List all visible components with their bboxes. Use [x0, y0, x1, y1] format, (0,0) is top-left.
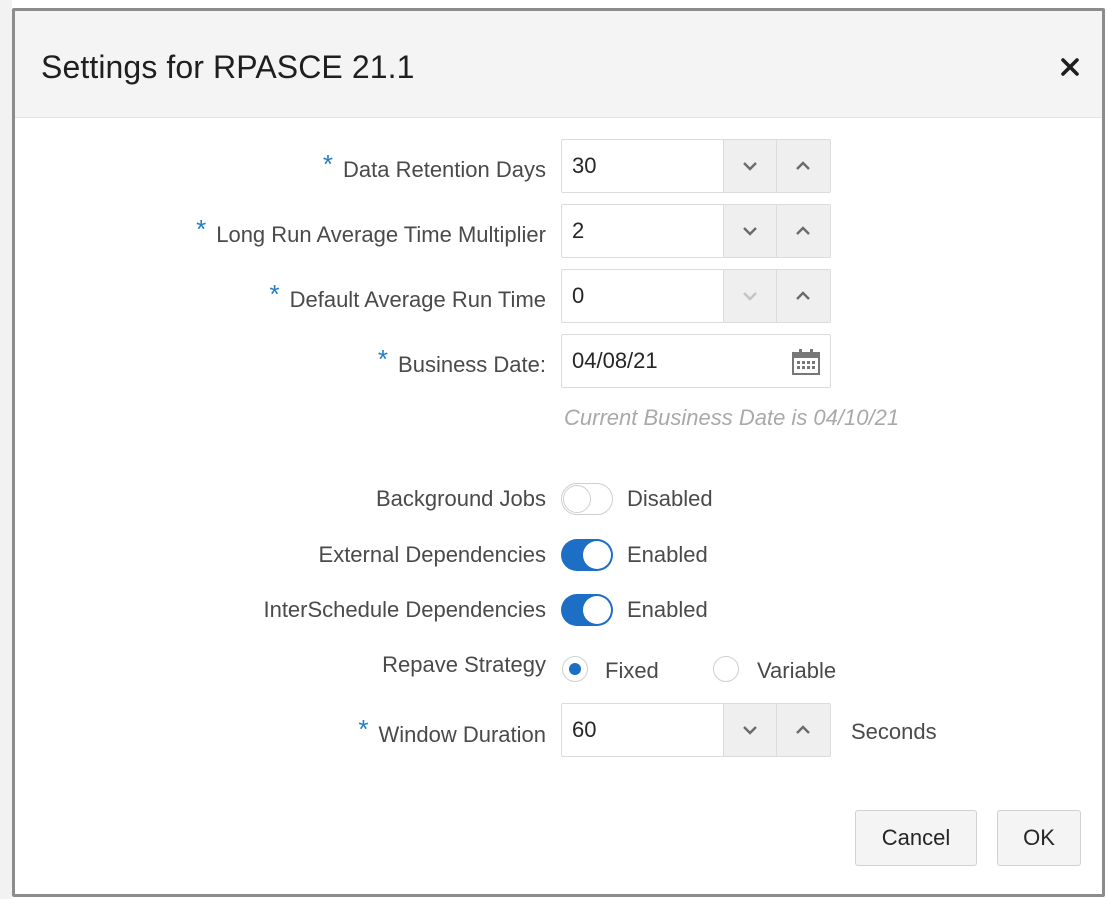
window-duration-units: Seconds	[851, 719, 937, 744]
toggle-knob	[583, 541, 611, 569]
repave-fixed-radio[interactable]	[562, 656, 588, 682]
default-avg-run-time-label: * Default Average Run Time	[269, 279, 546, 312]
required-marker: *	[377, 344, 389, 374]
chevron-down-icon	[743, 227, 757, 236]
business-date-picker	[561, 334, 831, 388]
business-date-input[interactable]	[562, 335, 792, 387]
window-duration-stepper	[561, 703, 831, 757]
window-duration-label: * Window Duration	[358, 714, 546, 747]
cancel-button[interactable]: Cancel	[855, 810, 977, 866]
chevron-down-icon	[743, 292, 757, 301]
calendar-icon[interactable]	[792, 349, 820, 375]
window-duration-increment-button[interactable]	[776, 704, 830, 756]
ok-button[interactable]: OK	[997, 810, 1081, 866]
required-marker: *	[269, 279, 280, 309]
background-jobs-label: Background Jobs	[376, 486, 546, 511]
long-run-multiplier-decrement-button[interactable]	[723, 205, 777, 257]
field-row-data-retention: * Data Retention Days	[15, 139, 1102, 195]
page-backdrop	[0, 0, 12, 899]
interschedule-dependencies-toggle[interactable]	[561, 594, 613, 626]
repave-variable-label: Variable	[757, 658, 837, 683]
external-dependencies-state: Enabled	[627, 542, 708, 567]
toggle-knob	[583, 596, 611, 624]
background-jobs-toggle[interactable]	[561, 483, 613, 515]
chevron-up-icon	[796, 226, 810, 235]
toggle-row-background-jobs: Background Jobs Disabled	[15, 483, 1102, 517]
radio-selected-dot	[569, 663, 581, 675]
default-avg-run-time-input[interactable]	[562, 270, 732, 322]
chevron-up-icon	[796, 291, 810, 300]
business-date-label: * Business Date:	[377, 344, 546, 377]
default-avg-run-time-increment-button[interactable]	[776, 270, 830, 322]
default-avg-run-time-stepper	[561, 269, 831, 323]
long-run-multiplier-input[interactable]	[562, 205, 732, 257]
data-retention-increment-button[interactable]	[776, 140, 830, 192]
dialog-header: Settings for RPASCE 21.1	[15, 11, 1102, 118]
required-marker: *	[358, 714, 369, 744]
long-run-multiplier-label: * Long Run Average Time Multiplier	[196, 214, 546, 247]
background-jobs-state: Disabled	[627, 486, 713, 511]
external-dependencies-toggle[interactable]	[561, 539, 613, 571]
toggle-row-external-dependencies: External Dependencies Enabled	[15, 539, 1102, 573]
repave-fixed-label: Fixed	[605, 658, 659, 683]
data-retention-input[interactable]	[562, 140, 732, 192]
settings-dialog: Settings for RPASCE 21.1 * Data Retention…	[12, 8, 1105, 897]
field-row-window-duration: *Window Duration Seconds	[15, 703, 1102, 759]
toggle-row-interschedule-dependencies: InterSchedule Dependencies Enabled	[15, 594, 1102, 628]
field-row-long-run-multiplier: * Long Run Average Time Multiplier	[15, 204, 1102, 260]
close-icon	[1061, 58, 1079, 76]
external-dependencies-label: External Dependencies	[318, 542, 546, 567]
window-duration-decrement-button[interactable]	[723, 704, 777, 756]
data-retention-decrement-button[interactable]	[723, 140, 777, 192]
window-duration-input[interactable]	[562, 704, 732, 756]
interschedule-dependencies-label: InterSchedule Dependencies	[263, 597, 546, 622]
field-row-default-avg-run-time: * Default Average Run Time	[15, 269, 1102, 325]
chevron-down-icon	[743, 162, 757, 171]
field-row-business-date: * Business Date:	[15, 334, 1102, 390]
business-date-hint: Current Business Date is 04/10/21	[564, 405, 900, 430]
chevron-down-icon	[743, 726, 757, 735]
toggle-knob	[563, 485, 591, 513]
repave-variable-radio[interactable]	[713, 656, 739, 682]
data-retention-stepper	[561, 139, 831, 193]
chevron-up-icon	[796, 161, 810, 170]
long-run-multiplier-increment-button[interactable]	[776, 205, 830, 257]
required-marker: *	[196, 214, 207, 244]
long-run-multiplier-stepper	[561, 204, 831, 258]
data-retention-label: * Data Retention Days	[322, 149, 546, 182]
dialog-title: Settings for RPASCE 21.1	[41, 49, 415, 85]
interschedule-dependencies-state: Enabled	[627, 597, 708, 622]
close-button[interactable]	[1058, 55, 1082, 79]
required-marker: *	[322, 149, 333, 179]
radio-row-repave-strategy: Repave Strategy Fixed Variable	[15, 651, 1102, 691]
repave-strategy-label: Repave Strategy	[382, 652, 546, 677]
default-avg-run-time-decrement-button[interactable]	[723, 270, 777, 322]
chevron-up-icon	[796, 725, 810, 734]
